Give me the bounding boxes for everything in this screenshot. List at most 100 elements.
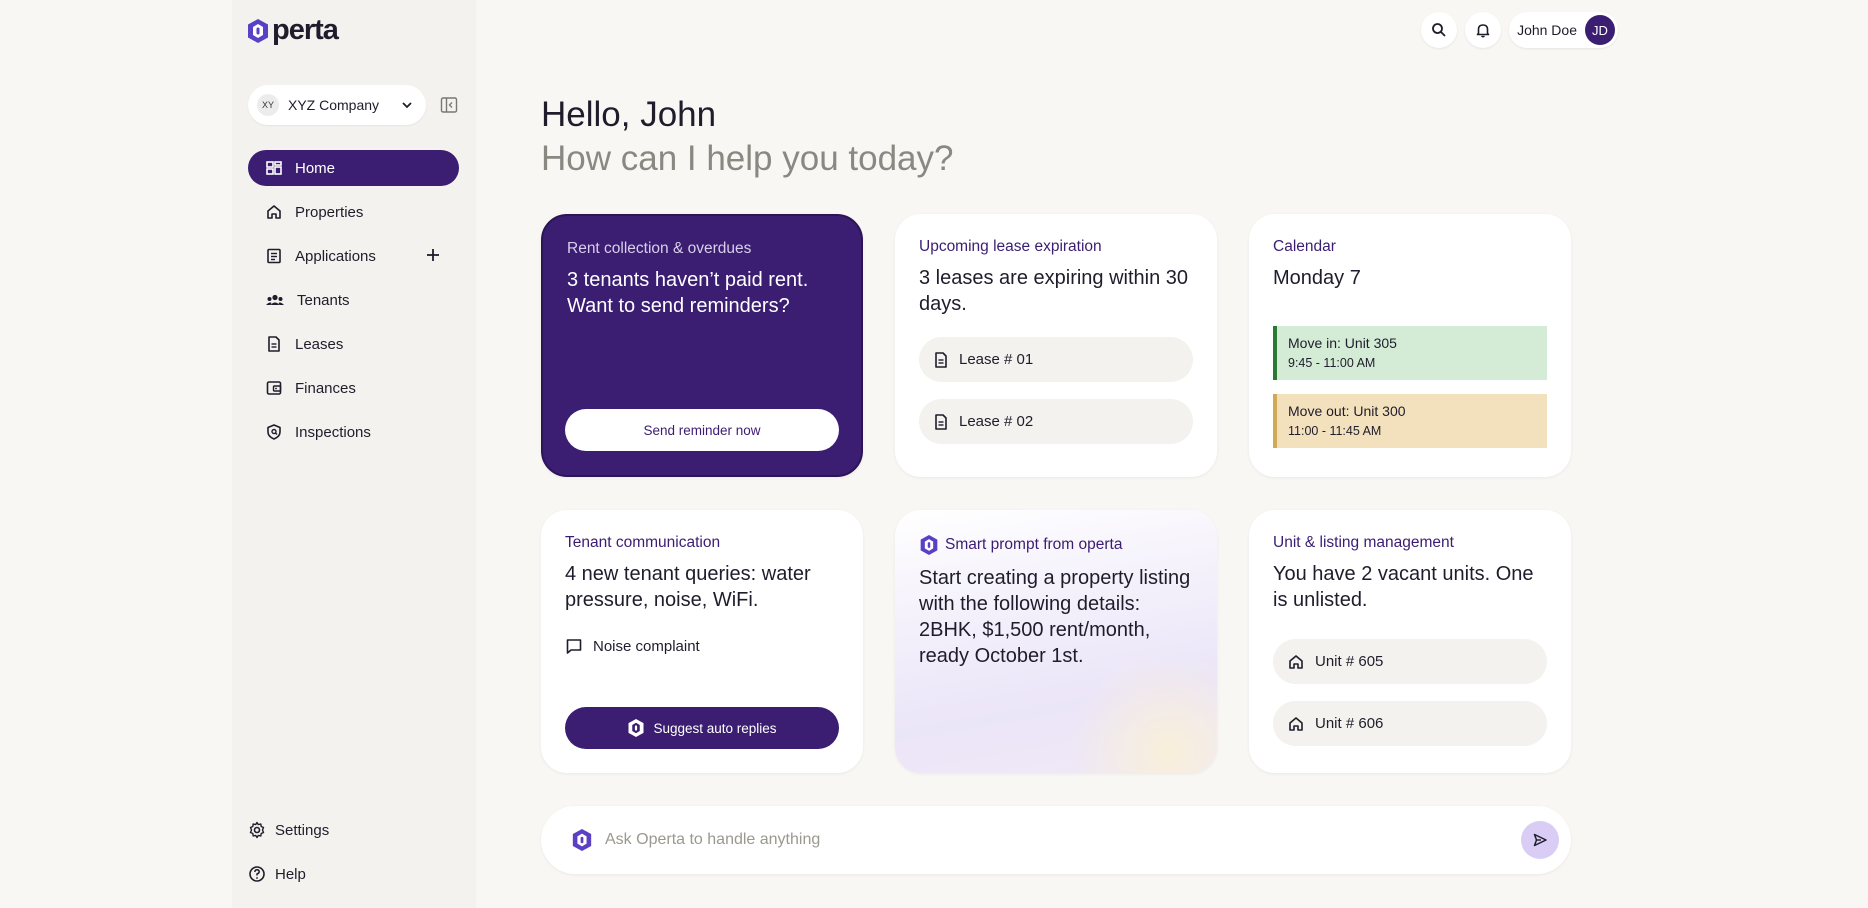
greeting-subtitle: How can I help you today? bbox=[541, 139, 954, 178]
sidebar-item-inspections[interactable]: Inspections bbox=[248, 414, 459, 450]
home-icon bbox=[1289, 716, 1303, 731]
card-label: Upcoming lease expiration bbox=[919, 238, 1102, 255]
card-title: 4 new tenant queries: water pressure, no… bbox=[565, 563, 811, 611]
company-name: XYZ Company bbox=[288, 97, 380, 113]
chevron-down-icon bbox=[402, 102, 412, 109]
sidebar-item-label: Applications bbox=[295, 247, 376, 265]
complaint-label: Noise complaint bbox=[593, 637, 700, 655]
home-icon bbox=[267, 205, 281, 219]
ask-operta-bar bbox=[541, 806, 1571, 874]
sidebar-item-label: Finances bbox=[295, 379, 356, 397]
card-title: 3 tenants haven’t paid rent. Want to sen… bbox=[567, 269, 809, 317]
noise-complaint-item[interactable]: Noise complaint bbox=[565, 637, 839, 655]
notifications-button[interactable] bbox=[1465, 12, 1502, 48]
search-button[interactable] bbox=[1421, 12, 1458, 48]
calendar-card[interactable]: Calendar Monday 7 Move in: Unit 305 9:45… bbox=[1249, 214, 1571, 477]
lease-item-label: Lease # 02 bbox=[959, 413, 1034, 430]
greeting: Hello, John How can I help you today? bbox=[541, 95, 953, 179]
card-label: Unit & listing management bbox=[1273, 534, 1454, 551]
sidebar-item-applications[interactable]: Applications bbox=[248, 238, 459, 274]
calendar-event[interactable]: Move in: Unit 305 9:45 - 11:00 AM bbox=[1273, 326, 1547, 380]
users-icon bbox=[266, 294, 284, 305]
user-name: John Doe bbox=[1517, 22, 1577, 38]
user-menu[interactable]: John Doe JD bbox=[1509, 12, 1618, 48]
company-avatar: XY bbox=[257, 94, 279, 116]
sidebar-item-finances[interactable]: Finances bbox=[248, 370, 459, 406]
collapse-sidebar-button[interactable] bbox=[440, 96, 458, 119]
sidebar-item-label: Inspections bbox=[295, 423, 371, 441]
sidebar-item-properties[interactable]: Properties bbox=[248, 194, 459, 230]
search-icon bbox=[1432, 23, 1446, 37]
button-label: Suggest auto replies bbox=[653, 720, 777, 736]
sidebar-item-help[interactable]: Help bbox=[248, 856, 329, 892]
bell-icon bbox=[1476, 24, 1490, 38]
file-icon bbox=[268, 336, 280, 352]
smart-prompt-label: Smart prompt from operta bbox=[945, 536, 1123, 553]
card-title: You have 2 vacant units. One is unlisted… bbox=[1273, 563, 1534, 611]
card-title: 3 leases are expiring within 30 days. bbox=[919, 267, 1189, 315]
event-title: Move out: Unit 300 bbox=[1288, 403, 1406, 419]
lease-item-label: Lease # 01 bbox=[959, 351, 1034, 368]
file-icon bbox=[935, 413, 947, 430]
unit-item-label: Unit # 606 bbox=[1315, 715, 1384, 732]
unit-listing-card[interactable]: Unit & listing management You have 2 vac… bbox=[1249, 510, 1571, 773]
calendar-event[interactable]: Move out: Unit 300 11:00 - 11:45 AM bbox=[1273, 394, 1547, 448]
sidebar-item-label: Help bbox=[275, 865, 306, 883]
sidebar-item-label: Settings bbox=[275, 821, 330, 839]
sidebar-item-leases[interactable]: Leases bbox=[248, 326, 459, 362]
app-logo[interactable]: perta bbox=[246, 14, 339, 47]
dashboard-icon bbox=[266, 161, 282, 175]
lease-item[interactable]: Lease # 01 bbox=[919, 337, 1193, 382]
shield-icon bbox=[267, 424, 281, 440]
sidebar-item-home[interactable]: Home bbox=[248, 150, 459, 186]
greeting-title: Hello, John bbox=[541, 95, 717, 134]
ask-input[interactable] bbox=[605, 831, 1521, 849]
smart-prompt-text: Start creating a property listing with t… bbox=[919, 567, 1191, 667]
operta-logo-icon bbox=[628, 719, 644, 737]
add-application-icon[interactable] bbox=[425, 247, 441, 263]
suggest-auto-replies-button[interactable]: Suggest auto replies bbox=[565, 707, 839, 749]
card-label: Smart prompt from operta bbox=[919, 534, 1193, 556]
wallet-icon bbox=[266, 381, 282, 395]
send-button[interactable] bbox=[1521, 821, 1559, 859]
smart-prompt-card[interactable]: Smart prompt from operta Start creating … bbox=[895, 510, 1217, 773]
document-list-icon bbox=[267, 248, 281, 264]
file-icon bbox=[935, 351, 947, 368]
company-selector[interactable]: XY XYZ Company bbox=[248, 85, 426, 125]
unit-item[interactable]: Unit # 606 bbox=[1273, 701, 1547, 746]
card-label: Tenant communication bbox=[565, 534, 721, 551]
sidebar-nav: Home Properties Applications Tenants Lea… bbox=[248, 150, 459, 458]
event-time: 9:45 - 11:00 AM bbox=[1288, 356, 1376, 370]
sidebar-item-label: Tenants bbox=[297, 291, 350, 309]
sidebar-item-label: Home bbox=[295, 159, 336, 177]
sidebar-bottom-nav: Settings Help bbox=[248, 812, 329, 900]
sidebar-item-label: Properties bbox=[295, 203, 364, 221]
gear-icon bbox=[249, 821, 265, 839]
lease-item[interactable]: Lease # 02 bbox=[919, 399, 1193, 444]
rent-collection-card[interactable]: Rent collection & overdues 3 tenants hav… bbox=[541, 214, 863, 477]
home-icon bbox=[1289, 654, 1303, 669]
sidebar-item-settings[interactable]: Settings bbox=[248, 812, 329, 848]
unit-item-label: Unit # 605 bbox=[1315, 653, 1384, 670]
card-label: Rent collection & overdues bbox=[567, 240, 752, 257]
sidebar-toggle-icon bbox=[440, 97, 458, 113]
calendar-date: Monday 7 bbox=[1273, 267, 1361, 289]
help-icon bbox=[249, 866, 265, 882]
avatar: JD bbox=[1585, 15, 1615, 45]
lease-expiration-card[interactable]: Upcoming lease expiration 3 leases are e… bbox=[895, 214, 1217, 477]
logo-text: perta bbox=[272, 14, 339, 46]
top-bar: John Doe JD bbox=[1421, 12, 1618, 48]
card-label: Calendar bbox=[1273, 238, 1336, 255]
operta-logo-icon bbox=[572, 829, 592, 851]
event-time: 11:00 - 11:45 AM bbox=[1288, 424, 1382, 438]
chat-icon bbox=[566, 639, 582, 654]
operta-logo-icon bbox=[248, 18, 268, 43]
tenant-communication-card[interactable]: Tenant communication 4 new tenant querie… bbox=[541, 510, 863, 773]
event-title: Move in: Unit 305 bbox=[1288, 335, 1397, 351]
send-icon bbox=[1533, 833, 1547, 847]
sidebar-item-tenants[interactable]: Tenants bbox=[248, 282, 459, 318]
unit-item[interactable]: Unit # 605 bbox=[1273, 639, 1547, 684]
send-reminder-button[interactable]: Send reminder now bbox=[565, 409, 839, 451]
sidebar-item-label: Leases bbox=[295, 335, 344, 353]
operta-logo-icon bbox=[920, 535, 938, 555]
